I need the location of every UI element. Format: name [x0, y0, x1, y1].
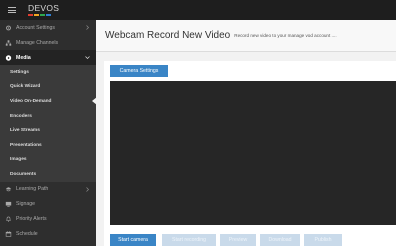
- submenu-item-label: Images: [10, 157, 27, 163]
- sidebar-item-signage[interactable]: Signage: [0, 197, 96, 212]
- graduation-icon: [5, 186, 12, 192]
- submenu-item-encoders[interactable]: Encoders: [0, 109, 96, 124]
- submenu-item-label: Documents: [10, 171, 37, 177]
- logo-text: DEVOS: [28, 3, 60, 13]
- menu-icon[interactable]: [8, 7, 16, 13]
- brand-logo[interactable]: DEVOS: [28, 3, 59, 16]
- sidebar-item-manage-channels[interactable]: Manage Channels: [0, 35, 96, 50]
- sidebar-item-label: Learning Path: [16, 186, 49, 193]
- start-camera-button[interactable]: Start camera: [110, 234, 156, 246]
- preview-button[interactable]: Preview: [220, 234, 256, 246]
- top-bar: DEVOS: [0, 0, 396, 20]
- submenu-item-label: Video On-Demand: [10, 98, 52, 104]
- sidebar: Account Settings Manage Channels Media S…: [0, 20, 97, 246]
- tv-icon: [5, 201, 12, 207]
- sidebar-item-label: Account Settings: [16, 24, 55, 31]
- submenu-item-presentations[interactable]: Presentations: [0, 138, 96, 153]
- media-submenu: Settings Quick Wizard Video On-Demand En…: [0, 65, 97, 182]
- sidebar-item-account-settings[interactable]: Account Settings: [0, 20, 96, 35]
- gear-icon: [5, 25, 12, 31]
- submenu-item-images[interactable]: Images: [0, 153, 96, 168]
- sidebar-item-priority-alerts[interactable]: Priority Alerts: [0, 212, 96, 227]
- submenu-item-label: Presentations: [10, 142, 42, 148]
- submenu-item-settings[interactable]: Settings: [0, 65, 96, 80]
- submenu-item-label: Quick Wizard: [10, 84, 41, 90]
- chevron-right-icon: [85, 187, 90, 192]
- sidebar-item-label: Schedule: [16, 231, 38, 238]
- sitemap-icon: [5, 39, 12, 46]
- publish-button[interactable]: Publish: [304, 234, 342, 246]
- submenu-item-live-streams[interactable]: Live Streams: [0, 123, 96, 138]
- download-button[interactable]: Download: [260, 234, 300, 246]
- page-subtitle: Record new video to your manage vod acco…: [234, 33, 337, 38]
- submenu-item-label: Settings: [10, 69, 29, 75]
- chevron-right-icon: [85, 25, 90, 30]
- logo-bar-red: [28, 14, 33, 16]
- chevron-down-icon: [85, 55, 90, 60]
- logo-bar-orange: [34, 14, 39, 16]
- submenu-item-label: Live Streams: [10, 128, 40, 134]
- logo-color-bar: [28, 14, 59, 16]
- sidebar-item-media[interactable]: Media: [0, 50, 96, 65]
- submenu-item-documents[interactable]: Documents: [0, 167, 96, 182]
- start-recording-button[interactable]: Start recording: [162, 234, 216, 246]
- submenu-item-label: Encoders: [10, 113, 32, 119]
- play-circle-icon: [5, 54, 12, 61]
- webcam-panel: Camera Settings Start camera Start recor…: [104, 61, 396, 246]
- sidebar-item-learning-path[interactable]: Learning Path: [0, 182, 96, 197]
- sidebar-item-label: Priority Alerts: [16, 216, 47, 223]
- sidebar-item-label: Signage: [16, 201, 36, 208]
- webcam-video-preview: [110, 81, 396, 225]
- sidebar-item-label: Media: [16, 54, 31, 61]
- calendar-icon: [5, 231, 12, 237]
- sidebar-item-schedule[interactable]: Schedule: [0, 227, 96, 242]
- submenu-item-quick-wizard[interactable]: Quick Wizard: [0, 80, 96, 95]
- page-title: Webcam Record New Video: [105, 30, 231, 41]
- logo-bar-blue: [46, 14, 51, 16]
- camera-settings-button[interactable]: Camera Settings: [110, 65, 168, 77]
- submenu-item-video-on-demand[interactable]: Video On-Demand: [0, 94, 97, 109]
- logo-bar-green: [40, 14, 45, 16]
- content-header: Webcam Record New Video Record new video…: [96, 20, 396, 52]
- bell-icon: [5, 216, 12, 222]
- sidebar-item-label: Manage Channels: [16, 39, 59, 46]
